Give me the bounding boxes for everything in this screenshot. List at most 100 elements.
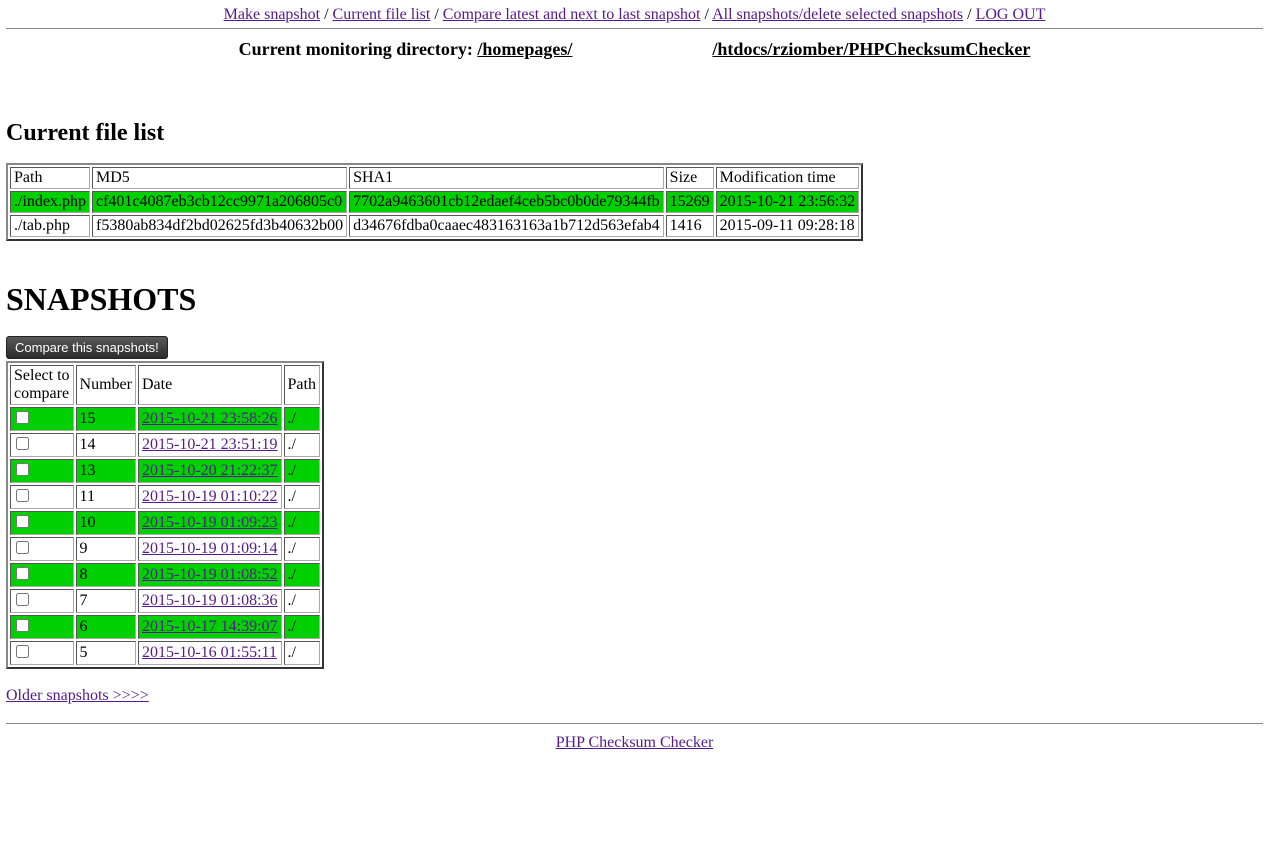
snapshot-date-cell: 2015-10-19 01:09:23 — [138, 511, 282, 535]
snapshot-date-link[interactable]: 2015-10-21 23:58:26 — [142, 410, 278, 427]
snapshot-select-checkbox[interactable] — [16, 437, 29, 450]
compare-latest-link[interactable]: Compare latest and next to last snapshot — [443, 6, 701, 23]
logout-link[interactable]: LOG OUT — [976, 6, 1046, 23]
older-snapshots-link[interactable]: Older snapshots >>>> — [6, 687, 149, 704]
all-snapshots-link[interactable]: All snapshots/delete selected snapshots — [712, 6, 963, 23]
snapshot-path-cell: ./ — [284, 589, 320, 613]
snapshot-select-checkbox[interactable] — [16, 463, 29, 476]
snapshot-date-link[interactable]: 2015-10-19 01:10:22 — [142, 488, 278, 505]
snapshot-select-checkbox[interactable] — [16, 645, 29, 658]
snapshot-select-cell — [10, 589, 74, 613]
nav-sep: / — [320, 6, 332, 23]
top-nav: Make snapshot / Current file list / Comp… — [6, 6, 1263, 24]
snapshot-path-cell: ./ — [284, 641, 320, 665]
snapshot-select-checkbox[interactable] — [16, 411, 29, 424]
current-file-list-link[interactable]: Current file list — [333, 6, 431, 23]
snapshots-header-number: Number — [76, 365, 136, 405]
snapshot-select-cell — [10, 433, 74, 457]
snapshot-row: 10 2015-10-19 01:09:23 ./ — [10, 511, 320, 535]
snapshot-row: 132015-10-20 21:22:37./ — [10, 459, 320, 483]
snapshot-select-cell — [10, 641, 74, 665]
snapshots-header-select: Select tocompare — [10, 365, 74, 405]
monitoring-path-a: /homepages/ — [477, 39, 572, 59]
snapshot-select-cell — [10, 563, 74, 587]
snapshot-date-link[interactable]: 2015-10-19 01:08:52 — [142, 566, 278, 583]
snapshot-date-cell: 2015-10-19 01:10:22 — [138, 485, 282, 509]
snapshot-path-cell: ./ — [284, 433, 320, 457]
snapshot-row: 82015-10-19 01:08:52./ — [10, 563, 320, 587]
snapshot-select-checkbox[interactable] — [16, 489, 29, 502]
file-list-cell-size: 1416 — [666, 215, 714, 237]
snapshot-date-link[interactable]: 2015-10-21 23:51:19 — [142, 436, 278, 453]
snapshot-path-cell: ./ — [284, 459, 320, 483]
snapshot-select-cell — [10, 511, 74, 535]
snapshot-row: 7 2015-10-19 01:08:36 ./ — [10, 589, 320, 613]
file-list-heading: Current file list — [6, 120, 1263, 147]
snapshot-date-link[interactable]: 2015-10-19 01:08:36 — [142, 592, 278, 609]
snapshot-select-checkbox[interactable] — [16, 567, 29, 580]
nav-sep: / — [430, 6, 442, 23]
snapshot-select-cell — [10, 485, 74, 509]
snapshot-date-cell: 2015-10-20 21:22:37 — [138, 459, 282, 483]
snapshot-row: 5 2015-10-16 01:55:11 ./ — [10, 641, 320, 665]
snapshot-number-cell: 7 — [76, 589, 136, 613]
snapshot-row: 11 2015-10-19 01:10:22 ./ — [10, 485, 320, 509]
divider — [6, 28, 1263, 29]
file-list-cell-md5: cf401c4087eb3cb12cc9971a206805c0 — [92, 191, 347, 213]
snapshot-select-checkbox[interactable] — [16, 593, 29, 606]
file-list-cell-mtime: 2015-10-21 23:56:32 — [716, 191, 860, 213]
snapshot-row: 62015-10-17 14:39:07./ — [10, 615, 320, 639]
snapshot-date-link[interactable]: 2015-10-17 14:39:07 — [142, 618, 278, 635]
file-list-header-mtime: Modification time — [716, 167, 860, 189]
snapshot-number-cell: 14 — [76, 433, 136, 457]
make-snapshot-link[interactable]: Make snapshot — [224, 6, 320, 23]
snapshot-path-cell: ./ — [284, 537, 320, 561]
snapshot-number-cell: 10 — [76, 511, 136, 535]
footer: PHP Checksum Checker — [6, 734, 1263, 752]
snapshot-date-link[interactable]: 2015-10-19 01:09:23 — [142, 514, 278, 531]
snapshot-number-cell: 11 — [76, 485, 136, 509]
monitoring-path-b: /htdocs/rziomber/PHPChecksumChecker — [712, 39, 1030, 59]
snapshots-table: Select tocompareNumberDatePath152015-10-… — [6, 361, 324, 669]
footer-link[interactable]: PHP Checksum Checker — [556, 734, 714, 751]
file-list-table: PathMD5SHA1SizeModification time./index.… — [6, 163, 863, 241]
snapshot-row: 9 2015-10-19 01:09:14 ./ — [10, 537, 320, 561]
snapshot-number-cell: 15 — [76, 407, 136, 431]
nav-sep: / — [963, 6, 975, 23]
monitoring-label: Current monitoring directory: — [239, 39, 478, 59]
snapshot-path-cell: ./ — [284, 485, 320, 509]
file-list-row: ./index.phpcf401c4087eb3cb12cc9971a20680… — [10, 191, 859, 213]
snapshot-date-cell: 2015-10-19 01:09:14 — [138, 537, 282, 561]
snapshot-number-cell: 5 — [76, 641, 136, 665]
snapshot-select-cell — [10, 615, 74, 639]
snapshot-select-cell — [10, 537, 74, 561]
file-list-cell-sha1: d34676fdba0caaec483163163a1b712d563efab4 — [349, 215, 664, 237]
file-list-header-path: Path — [10, 167, 90, 189]
snapshot-select-cell — [10, 459, 74, 483]
snapshot-date-cell: 2015-10-21 23:51:19 — [138, 433, 282, 457]
file-list-row: ./tab.phpf5380ab834df2bd02625fd3b40632b0… — [10, 215, 859, 237]
snapshot-date-link[interactable]: 2015-10-16 01:55:11 — [142, 644, 277, 661]
compare-snapshots-button[interactable]: Compare this snapshots! — [6, 336, 168, 359]
snapshot-path-cell: ./ — [284, 615, 320, 639]
monitoring-directory: Current monitoring directory: /homepages… — [6, 39, 1263, 60]
file-list-cell-sha1: 7702a9463601cb12edaef4ceb5bc0b0de79344fb — [349, 191, 664, 213]
snapshots-header-date: Date — [138, 365, 282, 405]
snapshot-number-cell: 9 — [76, 537, 136, 561]
snapshot-path-cell: ./ — [284, 511, 320, 535]
snapshot-select-checkbox[interactable] — [16, 619, 29, 632]
snapshot-row: 14 2015-10-21 23:51:19 ./ — [10, 433, 320, 457]
snapshot-date-cell: 2015-10-17 14:39:07 — [138, 615, 282, 639]
file-list-header-sha1: SHA1 — [349, 167, 664, 189]
snapshots-heading: SNAPSHOTS — [6, 281, 1263, 318]
snapshot-date-link[interactable]: 2015-10-19 01:09:14 — [142, 540, 278, 557]
file-list-cell-mtime: 2015-09-11 09:28:18 — [716, 215, 860, 237]
snapshot-row: 152015-10-21 23:58:26./ — [10, 407, 320, 431]
snapshot-date-cell: 2015-10-16 01:55:11 — [138, 641, 282, 665]
snapshot-select-cell — [10, 407, 74, 431]
snapshot-select-checkbox[interactable] — [16, 515, 29, 528]
file-list-cell-size: 15269 — [666, 191, 714, 213]
snapshot-select-checkbox[interactable] — [16, 541, 29, 554]
snapshot-date-cell: 2015-10-19 01:08:36 — [138, 589, 282, 613]
snapshot-date-link[interactable]: 2015-10-20 21:22:37 — [142, 462, 278, 479]
